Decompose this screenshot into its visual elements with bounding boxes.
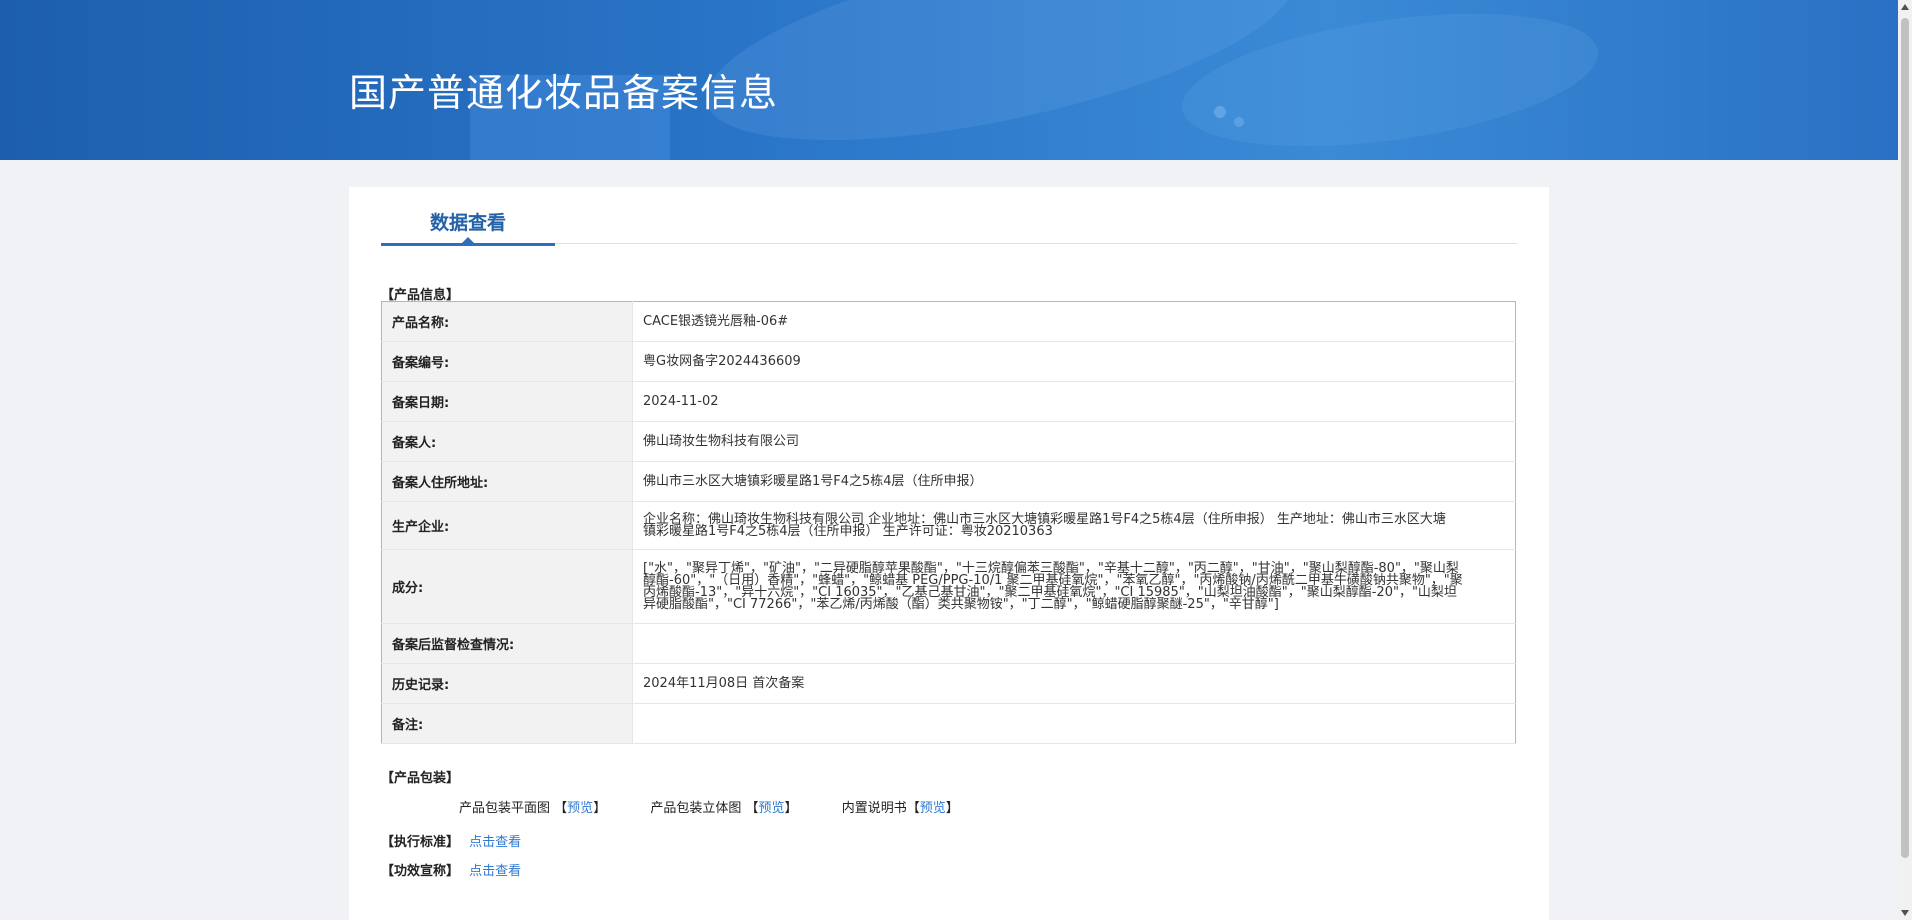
- standard-row: 【执行标准】 点击查看: [381, 831, 521, 850]
- banner-decoration: [1234, 117, 1244, 127]
- row-label: 备案编号:: [381, 341, 633, 382]
- row-label: 备案后监督检查情况:: [381, 623, 633, 664]
- table-row: 备案人: 佛山琦妆生物科技有限公司: [381, 421, 1516, 462]
- table-row: 备案后监督检查情况:: [381, 623, 1516, 664]
- standard-view-link[interactable]: 点击查看: [469, 835, 521, 850]
- bracket-close: 】: [593, 801, 607, 816]
- row-label: 成分:: [381, 549, 633, 624]
- row-value: 2024年11月08日 首次备案: [632, 663, 1516, 704]
- row-value: CACE银透镜光唇釉-06#: [632, 301, 1516, 342]
- standard-label: 【执行标准】: [381, 835, 460, 850]
- content-card: 数据查看 【产品信息】 产品名称: CACE银透镜光唇釉-06# 备案编号: 粤…: [349, 187, 1549, 920]
- bracket-close: 】: [945, 801, 959, 816]
- row-label: 历史记录:: [381, 663, 633, 704]
- scroll-down-icon[interactable]: [1901, 910, 1909, 916]
- preview-3d-link[interactable]: 预览: [759, 801, 785, 816]
- table-row: 备注:: [381, 703, 1516, 744]
- row-value: 粤G妆网备字2024436609: [632, 341, 1516, 382]
- scroll-up-icon[interactable]: [1901, 4, 1909, 10]
- efficacy-row: 【功效宣称】 点击查看: [381, 860, 521, 879]
- row-label: 产品名称:: [381, 301, 633, 342]
- banner-decoration: [1214, 106, 1226, 118]
- package-item: 产品包装平面图 【预览】: [459, 801, 610, 816]
- package-item: 内置说明书【预览】: [842, 801, 959, 816]
- row-value: [632, 703, 1516, 744]
- table-row: 备案日期: 2024-11-02: [381, 381, 1516, 422]
- row-value: 企业名称：佛山琦妆生物科技有限公司 企业地址：佛山市三水区大塘镇彩暖星路1号F4…: [632, 501, 1516, 550]
- table-row: 成分: ["水"，"聚异丁烯"，"矿油"，"二异硬脂醇苹果酸酯"，"十三烷醇偏苯…: [381, 549, 1516, 624]
- table-row: 备案人住所地址: 佛山市三水区大塘镇彩暖星路1号F4之5栋4层（住所申报）: [381, 461, 1516, 502]
- bracket-open: 【: [554, 801, 568, 816]
- preview-flat-link[interactable]: 预览: [567, 801, 593, 816]
- row-value: 佛山琦妆生物科技有限公司: [632, 421, 1516, 462]
- row-value: [632, 623, 1516, 664]
- bracket-close: 】: [784, 801, 798, 816]
- page-title: 国产普通化妆品备案信息: [349, 71, 779, 115]
- table-row: 生产企业: 企业名称：佛山琦妆生物科技有限公司 企业地址：佛山市三水区大塘镇彩暖…: [381, 501, 1516, 550]
- bracket-open: 【: [906, 801, 920, 816]
- package-flat-label: 产品包装平面图: [459, 801, 551, 816]
- product-info-table: 产品名称: CACE银透镜光唇釉-06# 备案编号: 粤G妆网备字2024436…: [381, 301, 1516, 744]
- package-heading: 【产品包装】: [381, 771, 460, 786]
- preview-manual-link[interactable]: 预览: [920, 801, 946, 816]
- efficacy-label: 【功效宣称】: [381, 864, 460, 879]
- tab-bar: 数据查看: [381, 214, 1517, 246]
- row-value: ["水"，"聚异丁烯"，"矿油"，"二异硬脂醇苹果酸酯"，"十三烷醇偏苯三酸酯"…: [632, 549, 1516, 624]
- row-label: 生产企业:: [381, 501, 633, 550]
- table-row: 历史记录: 2024年11月08日 首次备案: [381, 663, 1516, 704]
- efficacy-view-link[interactable]: 点击查看: [469, 864, 521, 879]
- row-value: 佛山市三水区大塘镇彩暖星路1号F4之5栋4层（住所申报）: [632, 461, 1516, 502]
- package-links: 产品包装平面图 【预览】 产品包装立体图 【预览】 内置说明书【预览】: [459, 797, 999, 816]
- row-label: 备注:: [381, 703, 633, 744]
- row-value: 2024-11-02: [632, 381, 1516, 422]
- row-label: 备案日期:: [381, 381, 633, 422]
- manual-label: 内置说明书: [841, 801, 907, 816]
- table-row: 产品名称: CACE银透镜光唇釉-06#: [381, 301, 1516, 342]
- scrollbar-thumb[interactable]: [1901, 18, 1909, 858]
- package-3d-label: 产品包装立体图: [650, 801, 742, 816]
- page-banner: 国产普通化妆品备案信息: [0, 0, 1898, 160]
- row-label: 备案人住所地址:: [381, 461, 633, 502]
- bracket-open: 【: [745, 801, 759, 816]
- tab-data-view[interactable]: 数据查看: [381, 214, 555, 246]
- row-label: 备案人:: [381, 421, 633, 462]
- vertical-scrollbar[interactable]: [1898, 0, 1912, 920]
- table-row: 备案编号: 粤G妆网备字2024436609: [381, 341, 1516, 382]
- package-item: 产品包装立体图 【预览】: [650, 801, 801, 816]
